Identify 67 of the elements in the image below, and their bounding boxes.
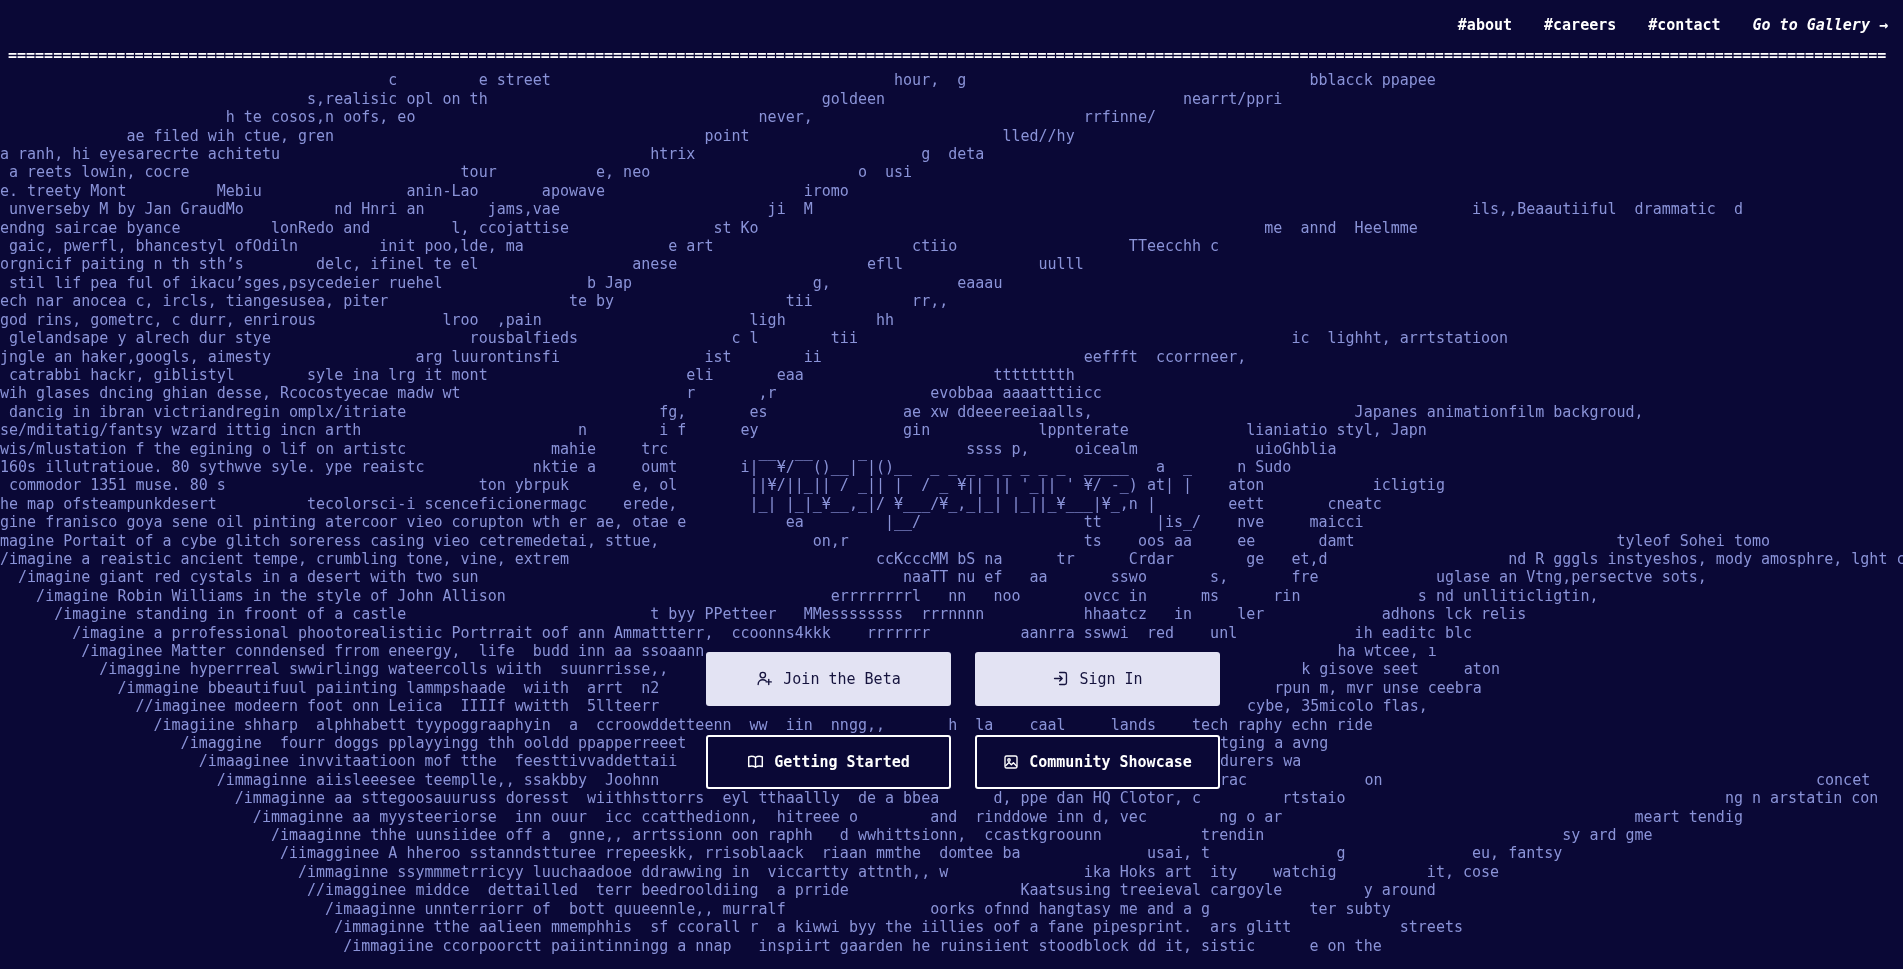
book-icon: [747, 753, 765, 771]
prompt-text-line: /immagiine ccorpoorctt paiintinningg a nnap inspiirt gaarden he ruinsiient stoodblock dd it, sistic e on the: [342, 936, 1382, 955]
prompt-text-line: dancig in ibran victriandregin omplx/itriate fg, es ae xw ddeeereeiaalls, Japanes animationfilm backgroud,: [8, 402, 1644, 422]
prompt-text-line: a reets lowin, cocre tour e, neo o usi: [8, 163, 913, 182]
sign-in-icon: [1052, 670, 1070, 688]
prompt-text-line: c e street hour, g bblacck ppapee: [387, 71, 1436, 90]
prompt-text-line: gaic, pwerfl, bhancestyl ofOdiln init poo,lde, ma e art ctiio TTeecchh c: [8, 237, 1220, 256]
prompt-text-line: rpun m, mvr unse ceebra: [1273, 678, 1482, 698]
image-icon: [1003, 753, 1020, 770]
prompt-text-line: /immagine bbeautifuul paiinting lammpshaade wiith arrt n2: [116, 678, 660, 698]
prompt-text-line: a ranh, hi eyesarecrte achitetu htrix g deta: [0, 145, 985, 164]
prompt-text-line: /imaaginne thhe uunsiidee off a gnne,, arrtssionn oon raphh d wwhittsionn, ccastkgroounn trendin sy ard gme: [269, 826, 1653, 845]
hero-button[interactable]: Join the Beta: [706, 651, 951, 706]
prompt-text-line: god rins, gometrc, c durr, enrirous lroo ,pain ligh hh: [0, 310, 895, 330]
prompt-text-line: catrabbi hackr, giblistyl syle ina lrg it mont eli eaa tttttttth: [8, 365, 1075, 385]
prompt-text-line: h te cosos,n oofs, eo never, rrfinne/: [224, 108, 1156, 127]
hero-button[interactable]: Getting Started: [706, 734, 951, 789]
nav-link[interactable]: #contact: [1648, 16, 1721, 34]
prompt-text-line: endng saircae byance lonRedo and l, ccojattise st Ko me annd Heelmme: [0, 218, 1418, 238]
prompt-text-line: /immaginne ssymmmetrricyy luuchaadooe ddrawwing in viccartty attnth,, w ika Hoks art ity watchig it, cose: [297, 862, 1500, 882]
prompt-text-line: /immaginne aiisleeesee teemplle,, ssakbby Joohnn: [215, 770, 660, 790]
prompt-text-line: wis/mlustation f the egining o lif on artistc mahie trc ssss p, oicealm uioGhblia: [0, 439, 1337, 458]
prompt-text-line: /immaginne aa myysteeriorse inn ouur icc ccatthedionn, hitreee o and rinddowe inn d, vec ng o ar meart tendig: [251, 807, 1743, 827]
user-plus-icon: [756, 670, 774, 688]
prompt-text-line: //imaginee modeern foot onn Leiica IIIIf wwitth 5llteerr: [134, 697, 660, 716]
nav-link[interactable]: #about: [1457, 16, 1513, 34]
prompt-text-line: he map ofsteampunkdesert tecolorsci-i scenceficionermagc erede, |_| |_|_¥__,_|/ ¥___/¥_,_|_| |_||_¥___|¥_,n | eett cneatc: [0, 494, 1382, 514]
prompt-text-line: /imaggine fourr doggs pplayyingg thh ooldd ppapperreeet: [179, 734, 687, 753]
prompt-text-line: unverseby M by Jan GraudMo nd Hnri an jams,vae ji M ils,,Beaautiiful drammatic d: [8, 200, 1743, 219]
prompt-text-line: /imaaginee invvitaatioon mof tthe feesttivvaddettaii: [197, 752, 678, 771]
prompt-text-line: magine Portait of a cybe glitch soreress casing vieo cetremedetai, sttue, on,r ts oos aa ee damt tyleof Sohei tomo: [0, 531, 1771, 550]
prompt-text-line: k gisove seet aton: [1300, 660, 1500, 679]
nav-link[interactable]: #careers: [1544, 16, 1617, 34]
prompt-text-line: glelandsape y alrech dur stye rousbalfieds c l tii ic lighht, arrtstatioon: [8, 329, 1509, 348]
prompt-text-line: /imaggine hyperrreal swwirlingg wateercolls wiith suunrrisse,,: [98, 660, 669, 679]
prompt-text-line: durers wa: [1220, 752, 1302, 771]
prompt-text-line: /immaginne aa sttegoosauuruss doresst wiithhsttorrs eyl tthaallly de a bbea d, ppe dan HQ Clotor, c rtstaio ng n arstatin con: [233, 789, 1879, 808]
prompt-text-line: se/mditatig/fantsy wzard ittig incn arth n i f ey gin lppnterate lianiatio styl, Japn: [0, 421, 1427, 440]
prompt-text-line: /imagine standing in froont of a castle t byy PPetteer MMessssssss rrrnnnn hhaatcz in ler adhons lck relis: [53, 605, 1527, 624]
prompt-text-line: /imagine a prrofessional phootorealistiic Portrrait oof ann Ammattterr, ccoonns4kkk rrrrrrr aanrra sswwi red unl ih eaditc blc: [71, 623, 1472, 642]
prompt-text-line: ha wtcee, ı: [1336, 642, 1437, 661]
hero-button[interactable]: Sign In: [975, 651, 1220, 706]
prompt-text-line: /immaginne tthe aalieen mmemphhis sf ccorall r a kiwwi byy the iillies oof a fane pipesprint. ars glitt streets: [333, 918, 1463, 937]
prompt-text-line: /imaginee Matter conndensed frrom eneergy, life budd inn aa ssoaann: [80, 642, 705, 661]
prompt-text-line: cybe, 35micolo flas,: [1246, 697, 1428, 716]
prompt-text-line: gine franisco goya sene oil pinting atercoor vieo corupton wth er ae, otae e ea |__/ tt |is_/ nve maicci: [0, 513, 1364, 532]
prompt-text-line: 160s illutratioue. 80 sythwve syle. ype reaistc nktie a oumt i|‾‾¥/‾‾()__|‾|()__ _ _ _ _ _ _ _ _ _____ a _ n Sudo: [0, 457, 1292, 477]
prompt-text-line: //imagginee middce dettailled terr beedrooldiing a prride Kaatsusing treeieval cargoyle y around: [306, 881, 1436, 900]
prompt-text-line: ech nar anocea c, ircls, tiangesusea, piter te by tii rr,,: [0, 292, 949, 311]
prompt-text-line: ae filed wih ctue, gren point lled//hy: [125, 126, 1075, 146]
prompt-text-line: stil lif pea ful of ikacu’sges,psycedeier ruehel b Jap g, eaaau: [8, 273, 1003, 293]
prompt-text-line: tging a avng: [1220, 734, 1329, 753]
prompt-text-line: e. treety Mont Mebiu anin-Lao apowave iromo: [0, 181, 849, 201]
prompt-text-line: /iimagginee A hheroo sstanndstturee rrepeeskk, rrisoblaack riaan mmthe domtee ba usai, t g eu, fantsy: [278, 844, 1563, 863]
prompt-text-line: rac on concet: [1220, 770, 1871, 790]
prompt-text-line: s,realisic opl on th goldeen nearrt/ppri: [306, 89, 1283, 109]
hero-button[interactable]: Community Showcase: [975, 734, 1220, 789]
prompt-text-line: wih glases dncing ghian desse, Rcocostyecae madw wt r ,r evobbaa aaaatttiicc: [0, 384, 1102, 403]
gallery-link[interactable]: Go to Gallery →: [1752, 16, 1888, 34]
rule-text: ================================================================================================================================================================================================================: [7, 46, 1887, 65]
prompt-text-line: /imagine Robin Williams in the style of John Allison errrrrrrrl nn noo ovcc in ms rin s nd unlliticligtin,: [35, 586, 1599, 606]
prompt-text-line: jngle an haker,googls, aimesty arg luurontinsfi ist ii eeffft ccorrneer,: [0, 347, 1247, 366]
prompt-text-line: commodor 1351 muse. 80 s ton ybrpuk e, ol ||¥/||_|| / _|| | / _ ¥|| || '_|| ' ¥/ -_) at| | aton icligtig: [8, 476, 1445, 495]
prompt-text-line: orgnicif paiting n th sth’s delc, ifinel te el anese efll uulll: [0, 255, 1084, 274]
prompt-text-line: /imagine giant red cystals in a desert with two sun naaTT nu ef aa sswo s, fre uglase an Vtng,persectve sots,: [17, 568, 1707, 587]
prompt-text-line: /imagiine shharp alphhabett tyypoggraaphyin a ccroowddetteenn ww iin nngg,, h la caal lands tech raphy echn ride: [152, 715, 1373, 735]
prompt-text-line: /imaaginne unnterriorr of bott quueennle,, murralf oorks ofnnd hangtasy me and a g ter subty: [324, 899, 1391, 919]
